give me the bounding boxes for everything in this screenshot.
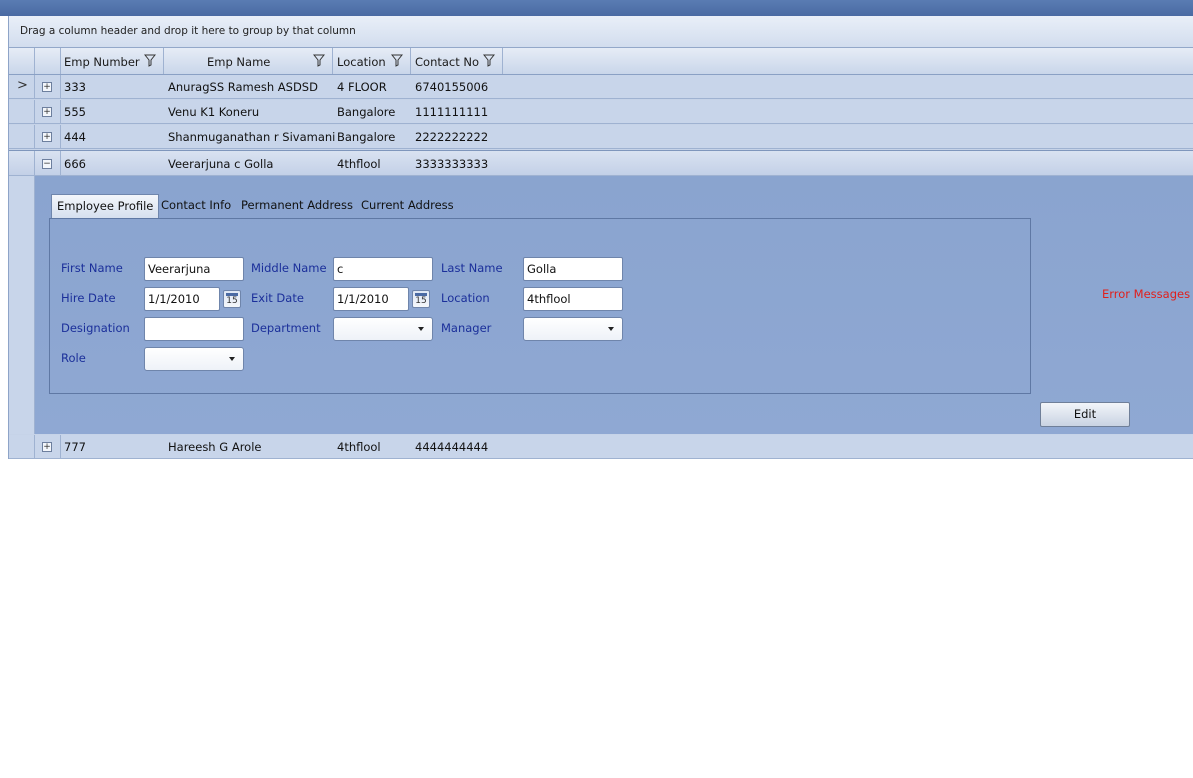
cell-location: 4 FLOOR — [337, 80, 387, 94]
tab-permanent-address[interactable]: Permanent Address — [241, 194, 353, 217]
table-row-expanded[interactable]: − 666 Veerarjuna c Golla 4thflool 333333… — [9, 150, 1193, 177]
cell-emp-name: Venu K1 Koneru — [168, 105, 260, 119]
calendar-icon[interactable]: 15 — [223, 290, 241, 308]
last-name-label: Last Name — [441, 261, 503, 275]
group-by-panel[interactable]: Drag a column header and drop it here to… — [9, 16, 1193, 48]
row-indicator — [9, 100, 35, 124]
location-label: Location — [441, 291, 490, 305]
cell-location: Bangalore — [337, 130, 396, 144]
cell-emp-number: 333 — [64, 80, 86, 94]
expand-icon[interactable]: + — [42, 82, 52, 92]
expand-icon[interactable]: + — [42, 132, 52, 142]
cell-emp-number: 444 — [64, 130, 86, 144]
calendar-icon[interactable]: 15 — [412, 290, 430, 308]
role-dropdown[interactable] — [144, 347, 244, 371]
cell-emp-number: 555 — [64, 105, 86, 119]
cell-location: 4thflool — [337, 157, 381, 171]
expand-icon[interactable]: + — [42, 442, 52, 452]
row-expander[interactable]: + — [35, 435, 61, 459]
department-dropdown[interactable] — [333, 317, 433, 341]
employee-profile-form: First Name Veerarjuna Middle Name c Last… — [49, 218, 1031, 394]
cell-emp-number: 666 — [64, 157, 86, 171]
first-name-field[interactable]: Veerarjuna — [144, 257, 244, 281]
column-header-location[interactable]: Location — [333, 48, 411, 74]
header-expander-cell — [35, 48, 61, 74]
chevron-down-icon — [608, 327, 614, 331]
detail-indent — [9, 176, 35, 434]
designation-label: Designation — [61, 321, 130, 335]
row-expander[interactable]: + — [35, 75, 61, 99]
cell-emp-name: AnuragSS Ramesh ASDSD — [168, 80, 318, 94]
window-top-bar — [0, 0, 1193, 16]
table-row[interactable]: + 444 Shanmuganathan r Sivamani Bangalor… — [9, 125, 1193, 149]
header-indicator-cell — [9, 48, 35, 74]
column-header-contact-no[interactable]: Contact No — [411, 48, 503, 74]
edit-button[interactable]: Edit — [1040, 402, 1130, 427]
role-label: Role — [61, 351, 86, 365]
last-name-field[interactable]: Golla — [523, 257, 623, 281]
column-header-emp-name[interactable]: Emp Name — [164, 48, 333, 74]
department-label: Department — [251, 321, 321, 335]
cell-emp-number: 777 — [64, 440, 86, 454]
row-details-panel: Employee Profile Contact Info Permanent … — [35, 176, 1193, 434]
column-header-label: Contact No — [415, 55, 480, 69]
exit-date-field[interactable]: 1/1/2010 — [333, 287, 409, 311]
column-header-emp-number[interactable]: Emp Number — [61, 48, 164, 74]
row-expander[interactable]: − — [35, 151, 61, 177]
column-header-label: Emp Name — [207, 55, 271, 69]
cell-contact-no: 2222222222 — [415, 130, 489, 144]
row-expander[interactable]: + — [35, 125, 61, 149]
hire-date-label: Hire Date — [61, 291, 116, 305]
cell-location: 4thflool — [337, 440, 381, 454]
middle-name-field[interactable]: c — [333, 257, 433, 281]
group-by-hint: Drag a column header and drop it here to… — [20, 25, 356, 37]
table-row[interactable]: > + 333 AnuragSS Ramesh ASDSD 4 FLOOR 67… — [9, 75, 1193, 99]
row-indicator — [9, 151, 35, 177]
first-name-label: First Name — [61, 261, 123, 275]
row-indicator — [9, 125, 35, 149]
expand-icon[interactable]: + — [42, 107, 52, 117]
table-row[interactable]: + 777 Hareesh G Arole 4thflool 444444444… — [9, 435, 1193, 459]
grid-header-row: Emp Number Emp Name Location Contact No — [9, 48, 1193, 75]
filter-icon[interactable] — [483, 54, 495, 67]
cell-emp-name: Shanmuganathan r Sivamani — [168, 130, 336, 144]
cell-contact-no: 3333333333 — [415, 157, 489, 171]
cell-location: Bangalore — [337, 105, 396, 119]
chevron-down-icon — [418, 327, 424, 331]
row-indicator — [9, 435, 35, 459]
cell-emp-name: Hareesh G Arole — [168, 440, 262, 454]
designation-field[interactable] — [144, 317, 244, 341]
cell-contact-no: 4444444444 — [415, 440, 489, 454]
table-row[interactable]: + 555 Venu K1 Koneru Bangalore 111111111… — [9, 100, 1193, 124]
tab-employee-profile[interactable]: Employee Profile — [51, 194, 160, 218]
cell-emp-name: Veerarjuna c Golla — [168, 157, 274, 171]
chevron-down-icon — [229, 357, 235, 361]
row-indicator: > — [9, 75, 35, 99]
error-messages-text: Error Messages g — [1102, 287, 1193, 301]
current-row-arrow-icon: > — [17, 78, 28, 93]
tab-contact-info[interactable]: Contact Info — [161, 194, 231, 217]
cell-contact-no: 1111111111 — [415, 105, 489, 119]
filter-icon[interactable] — [313, 54, 325, 67]
manager-label: Manager — [441, 321, 492, 335]
employee-grid: Drag a column header and drop it here to… — [8, 16, 1193, 459]
location-field[interactable]: 4thflool — [523, 287, 623, 311]
collapse-icon[interactable]: − — [42, 159, 52, 169]
tab-current-address[interactable]: Current Address — [361, 194, 454, 217]
column-header-label: Location — [337, 55, 386, 69]
cell-contact-no: 6740155006 — [415, 80, 489, 94]
filter-icon[interactable] — [144, 54, 156, 67]
filter-icon[interactable] — [391, 54, 403, 67]
row-expander[interactable]: + — [35, 100, 61, 124]
hire-date-field[interactable]: 1/1/2010 — [144, 287, 220, 311]
exit-date-label: Exit Date — [251, 291, 304, 305]
middle-name-label: Middle Name — [251, 261, 327, 275]
column-header-label: Emp Number — [64, 55, 140, 69]
manager-dropdown[interactable] — [523, 317, 623, 341]
